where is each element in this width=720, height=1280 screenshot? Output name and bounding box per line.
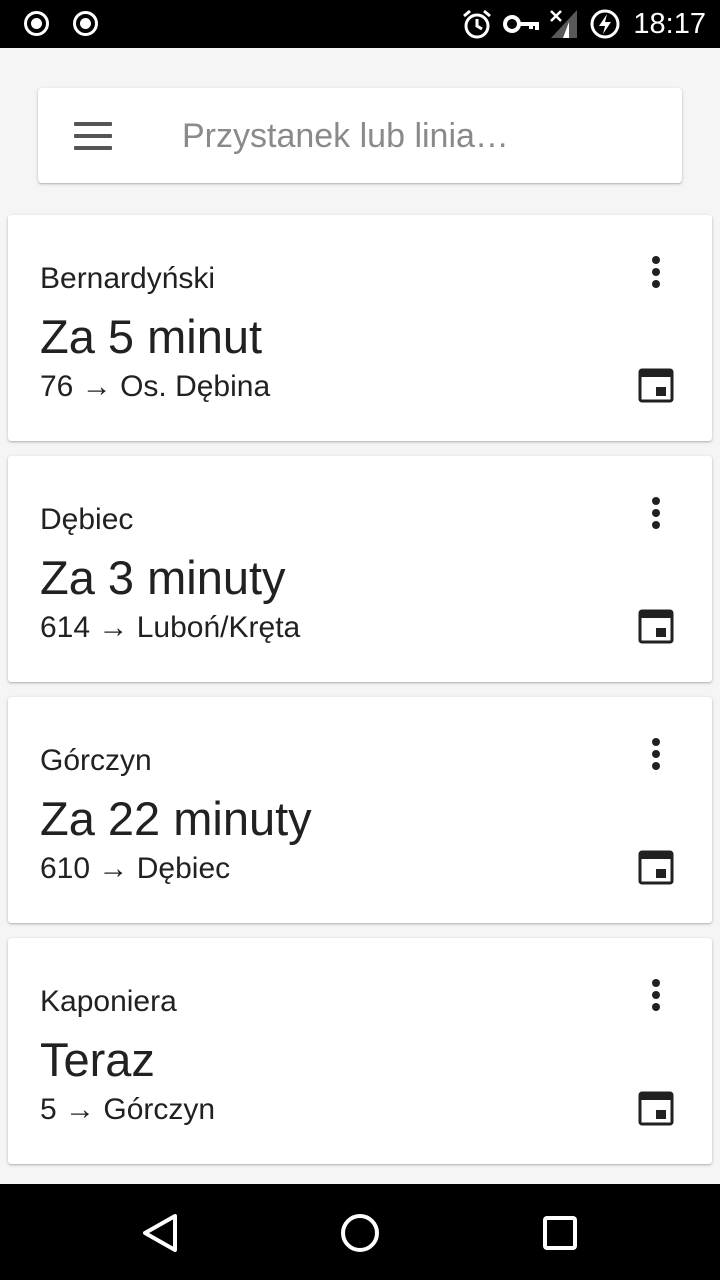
calendar-icon[interactable]: [638, 608, 674, 644]
back-icon[interactable]: [135, 1208, 185, 1258]
menu-icon[interactable]: [74, 122, 114, 152]
navigation-bar: [0, 1184, 720, 1280]
departure-card[interactable]: Kaponiera Teraz 5 → Górczyn: [8, 938, 712, 1164]
destination: Luboń/Kręta: [136, 611, 301, 644]
arrow-icon: →: [98, 852, 129, 885]
notification-dot-icon: [24, 11, 49, 36]
status-bar: 18:17: [0, 0, 720, 48]
stop-name: Bernardyński: [40, 262, 216, 295]
line-number: 76: [40, 370, 74, 403]
more-options-icon[interactable]: [636, 253, 676, 293]
alarm-icon: [463, 9, 492, 39]
system-icons: 18:17: [461, 6, 706, 42]
search-input[interactable]: [182, 108, 652, 164]
departure-card[interactable]: Bernardyński Za 5 minut 76 → Os. Dębina: [8, 215, 712, 441]
calendar-icon[interactable]: [638, 367, 674, 403]
departure-card[interactable]: Dębiec Za 3 minuty 614 → Luboń/Kręta: [8, 456, 712, 682]
stop-name: Górczyn: [40, 744, 152, 777]
arrow-icon: →: [65, 1093, 96, 1126]
calendar-icon[interactable]: [638, 849, 674, 885]
arrival-time: Za 5 minut: [40, 310, 263, 363]
route-info: 610 → Dębiec: [40, 852, 230, 886]
route-info: 5 → Górczyn: [40, 1093, 215, 1127]
stop-name: Kaponiera: [40, 985, 177, 1018]
calendar-icon[interactable]: [638, 1090, 674, 1126]
line-number: 610: [40, 852, 91, 885]
arrow-icon: →: [81, 370, 112, 403]
line-number: 614: [40, 611, 91, 644]
more-options-icon[interactable]: [636, 494, 676, 534]
departure-card[interactable]: Górczyn Za 22 minuty 610 → Dębiec: [8, 697, 712, 923]
route-info: 614 → Luboń/Kręta: [40, 611, 300, 645]
destination: Górczyn: [103, 1093, 216, 1126]
departure-list: Bernardyński Za 5 minut 76 → Os. Dębina …: [8, 215, 712, 1179]
battery-charging-icon: [590, 9, 620, 39]
notification-icons: [24, 11, 98, 36]
more-options-icon[interactable]: [636, 735, 676, 775]
destination: Dębiec: [136, 852, 231, 885]
clock: 18:17: [633, 7, 706, 40]
destination: Os. Dębina: [120, 370, 271, 403]
arrival-time: Za 22 minuty: [40, 792, 312, 845]
route-info: 76 → Os. Dębina: [40, 370, 270, 404]
arrow-icon: →: [98, 611, 129, 644]
vpn-key-icon: [503, 15, 540, 33]
home-icon[interactable]: [335, 1208, 385, 1258]
recents-icon[interactable]: [535, 1208, 585, 1258]
signal-icon: [550, 10, 578, 38]
notification-dot-icon: [73, 11, 98, 36]
more-options-icon[interactable]: [636, 976, 676, 1016]
stop-name: Dębiec: [40, 503, 134, 536]
search-bar: [38, 88, 682, 183]
arrival-time: Teraz: [40, 1033, 155, 1086]
arrival-time: Za 3 minuty: [40, 551, 286, 604]
line-number: 5: [40, 1093, 57, 1126]
